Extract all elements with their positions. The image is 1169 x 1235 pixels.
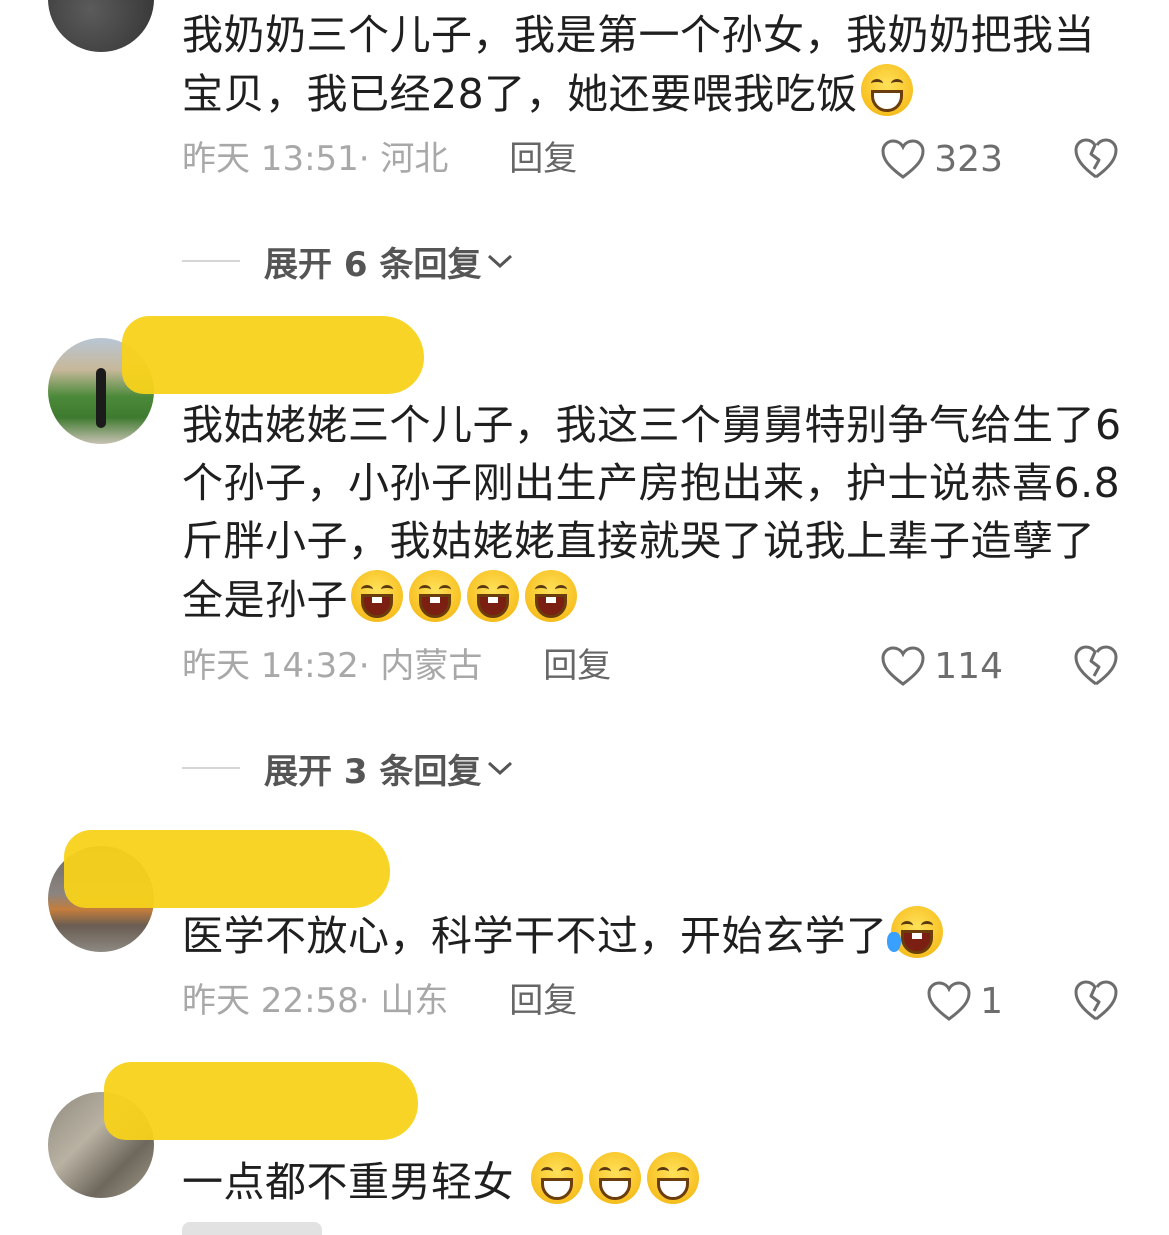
comment-text: 我奶奶三个儿子，我是第一个孙女，我奶奶把我当宝贝，我已经28了，她还要喂我吃饭	[182, 6, 1129, 123]
username-redaction	[122, 316, 424, 394]
reply-button[interactable]: 回复	[509, 139, 577, 179]
grin-emoji-icon	[647, 1152, 699, 1204]
laugh-emoji-icon	[525, 570, 577, 622]
divider	[182, 767, 240, 769]
comment-time-location: 昨天 22:58· 山东	[182, 981, 449, 1021]
tears-of-joy-emoji-icon	[886, 906, 943, 958]
heart-icon	[927, 981, 971, 1021]
like-button[interactable]: 323	[880, 134, 1003, 184]
comment-meta: 昨天 13:51· 河北 回复	[182, 134, 577, 184]
comment-body: 医学不放心，科学干不过，开始玄学了	[182, 912, 888, 960]
expand-replies-button[interactable]: 展开 3 条回复	[182, 743, 515, 793]
like-button[interactable]: 114	[880, 641, 1003, 691]
heart-icon	[881, 646, 925, 686]
comment-time-location: 昨天 13:51· 河北	[182, 139, 449, 179]
laugh-emoji-icon	[409, 570, 461, 622]
grin-emoji-icon	[531, 1152, 583, 1204]
comment-text: 一点都不重男轻女	[182, 1152, 1129, 1211]
comment-text: 我姑姥姥三个儿子，我这三个舅舅特别争气给生了6个孙子，小孙子刚出生产房抱出来，护…	[182, 396, 1129, 629]
avatar[interactable]	[48, 0, 154, 52]
laugh-emoji-icon	[351, 570, 403, 622]
chevron-down-icon	[488, 761, 513, 776]
like-count: 114	[934, 645, 1003, 687]
expand-replies-button[interactable]: 展开 6 条回复	[182, 236, 515, 286]
comment-time-location: 昨天 14:32· 内蒙古	[182, 646, 483, 686]
dislike-icon[interactable]	[1073, 136, 1119, 180]
comment-meta: 昨天 22:58· 山东 回复	[182, 976, 577, 1026]
comment-body: 一点都不重男轻女	[182, 1158, 514, 1206]
comment-meta-cutoff	[182, 1222, 1129, 1235]
laugh-emoji-icon	[467, 570, 519, 622]
comment-body: 我奶奶三个儿子，我是第一个孙女，我奶奶把我当宝贝，我已经28了，她还要喂我吃饭	[182, 11, 1095, 118]
divider	[182, 260, 240, 262]
like-count: 1	[980, 980, 1003, 1022]
grin-sweat-emoji-icon	[860, 64, 913, 116]
reply-button[interactable]: 回复	[543, 646, 611, 686]
expand-replies-label: 展开 6 条回复	[264, 244, 482, 285]
username-redaction	[64, 830, 390, 908]
dislike-icon[interactable]	[1073, 643, 1119, 687]
comment-text: 医学不放心，科学干不过，开始玄学了	[182, 906, 1129, 965]
chevron-down-icon	[488, 254, 513, 269]
username-redaction	[104, 1062, 418, 1140]
dislike-icon[interactable]	[1073, 978, 1119, 1022]
comment-body: 我姑姥姥三个儿子，我这三个舅舅特别争气给生了6个孙子，小孙子刚出生产房抱出来，护…	[182, 401, 1122, 624]
reply-button[interactable]: 回复	[509, 981, 577, 1021]
like-count: 323	[934, 138, 1003, 180]
like-button[interactable]: 1	[926, 976, 1003, 1026]
expand-replies-label: 展开 3 条回复	[264, 751, 482, 792]
heart-icon	[881, 139, 925, 179]
comment-meta: 昨天 14:32· 内蒙古 回复	[182, 641, 611, 691]
grin-emoji-icon	[589, 1152, 641, 1204]
